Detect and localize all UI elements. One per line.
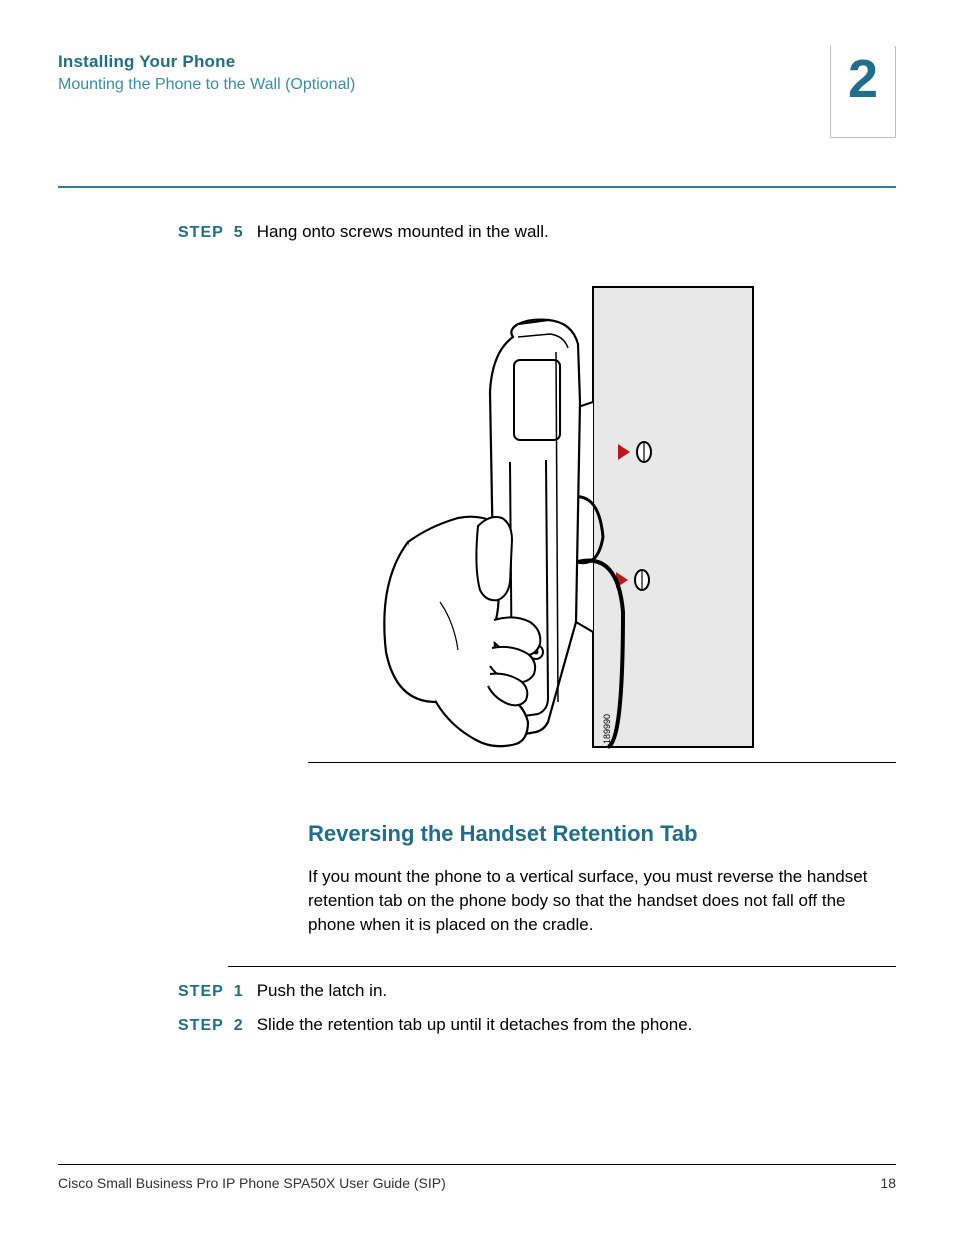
step-1-row: STEP 1 Push the latch in. xyxy=(178,981,896,1001)
step-text: Push the latch in. xyxy=(257,981,387,1001)
step-label: STEP xyxy=(178,1017,224,1035)
step-5-row: STEP 5 Hang onto screws mounted in the w… xyxy=(178,222,896,242)
section-paragraph: If you mount the phone to a vertical sur… xyxy=(308,865,896,936)
step-label: STEP xyxy=(178,224,224,242)
header-subtitle: Mounting the Phone to the Wall (Optional… xyxy=(58,76,896,94)
footer-doc-title: Cisco Small Business Pro IP Phone SPA50X… xyxy=(58,1175,446,1191)
figure-rule xyxy=(308,762,896,763)
step-number: 1 xyxy=(234,983,243,1001)
chapter-number: 2 xyxy=(848,52,878,106)
header-title: Installing Your Phone xyxy=(58,52,896,72)
footer-rule xyxy=(58,1164,896,1165)
step-text: Hang onto screws mounted in the wall. xyxy=(257,222,549,242)
page-header: Installing Your Phone Mounting the Phone… xyxy=(58,52,896,136)
step-2-row: STEP 2 Slide the retention tab up until … xyxy=(178,1015,896,1035)
chapter-box: 2 xyxy=(830,46,896,138)
page: Installing Your Phone Mounting the Phone… xyxy=(0,0,954,1235)
step-text: Slide the retention tab up until it deta… xyxy=(257,1015,693,1035)
footer-page-number: 18 xyxy=(880,1175,896,1191)
section-heading: Reversing the Handset Retention Tab xyxy=(308,821,896,847)
step-number: 2 xyxy=(234,1017,243,1035)
figure-id-label: 189990 xyxy=(602,714,612,744)
page-footer: Cisco Small Business Pro IP Phone SPA50X… xyxy=(58,1164,896,1191)
content-area: STEP 5 Hang onto screws mounted in the w… xyxy=(58,222,896,1035)
steps-rule xyxy=(228,966,896,967)
step-list: STEP 1 Push the latch in. STEP 2 Slide t… xyxy=(178,981,896,1035)
header-rule xyxy=(58,186,896,188)
figure-container: 189990 xyxy=(178,282,896,762)
step-label: STEP xyxy=(178,983,224,1001)
step-number: 5 xyxy=(234,224,243,242)
wall-mount-illustration: 189990 xyxy=(178,282,818,762)
